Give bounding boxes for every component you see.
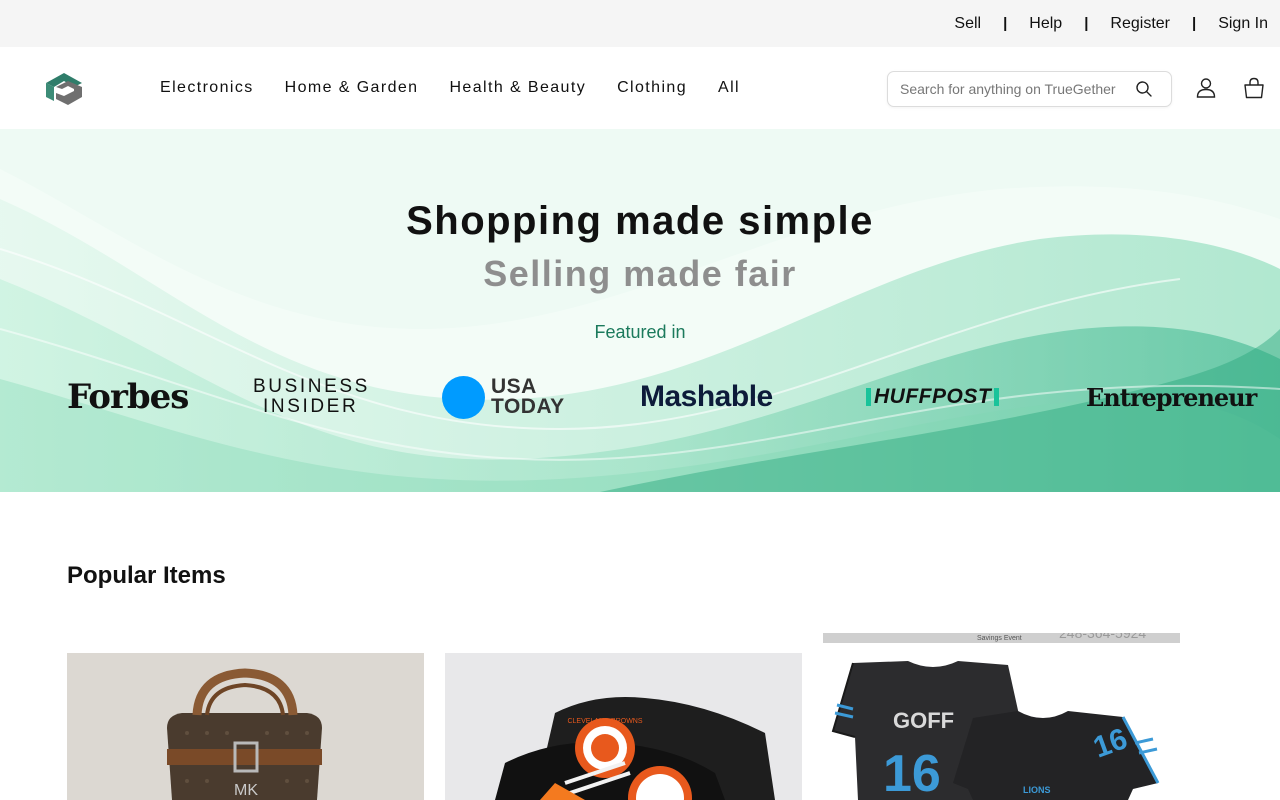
popular-item-sneakers[interactable]: CLEVELAND BROWNS bbox=[445, 653, 802, 800]
shopping-bag-icon[interactable] bbox=[1242, 76, 1266, 100]
separator: | bbox=[1191, 15, 1197, 32]
nav-all[interactable]: All bbox=[718, 79, 740, 97]
usa-today-line-1: USA bbox=[491, 375, 537, 398]
jerseys-strip-number: 248-364-5924 bbox=[1059, 633, 1146, 641]
jerseys-strip-text: Savings Event bbox=[977, 635, 1022, 642]
popular-item-handbag[interactable]: MK bbox=[67, 653, 424, 800]
usa-today-line-2: TODAY bbox=[491, 395, 565, 418]
nav-home-garden[interactable]: Home & Garden bbox=[285, 79, 419, 97]
huffpost-bar-left bbox=[866, 388, 871, 406]
usa-today-circle-icon bbox=[442, 375, 485, 419]
featured-in-label: Featured in bbox=[594, 322, 686, 342]
huffpost-wordmark: HUFFPOST bbox=[874, 385, 992, 408]
huffpost-bar-right bbox=[994, 388, 1000, 406]
lions-badge-label: LIONS bbox=[1023, 785, 1051, 795]
separator: | bbox=[1003, 15, 1008, 32]
top-utility-bar: Sell | Help | Register | Sign In bbox=[0, 0, 1280, 47]
jerseys-image: Savings Event 248-364-5924 GOFF 16 16 LI… bbox=[823, 633, 1180, 800]
search-input[interactable] bbox=[900, 72, 1136, 106]
jersey-number-label: 16 bbox=[883, 745, 941, 800]
usa-today-logo: USA TODAY bbox=[442, 372, 565, 422]
business-insider-line-1: BUSINESS bbox=[253, 376, 370, 397]
huffpost-logo: HUFFPOST bbox=[866, 372, 1000, 422]
search-box bbox=[887, 71, 1172, 107]
handbag-label: MK bbox=[234, 782, 258, 799]
sneakers-image: CLEVELAND BROWNS bbox=[445, 653, 802, 800]
popular-items-title: Popular Items bbox=[67, 562, 226, 589]
separator: | bbox=[1084, 15, 1089, 32]
jersey-name-label: GOFF bbox=[893, 708, 954, 733]
nav-health-beauty[interactable]: Health & Beauty bbox=[449, 79, 586, 97]
register-link[interactable]: Register bbox=[1110, 15, 1170, 33]
handbag-image: MK bbox=[67, 653, 424, 800]
hero-wave-background bbox=[0, 129, 1280, 492]
business-insider-line-2: INSIDER bbox=[263, 396, 359, 417]
account-links: Sell | Help | Register | Sign In bbox=[954, 0, 1268, 47]
forbes-logo: Forbes bbox=[67, 377, 189, 417]
business-insider-logo: BUSINESS INSIDER bbox=[253, 372, 370, 422]
hero-subtitle: Selling made fair bbox=[483, 253, 797, 294]
entrepreneur-logo: Entrepreneur bbox=[1086, 382, 1257, 412]
search-icon[interactable] bbox=[1135, 80, 1153, 98]
nav-electronics[interactable]: Electronics bbox=[160, 79, 254, 97]
popular-item-jerseys[interactable]: Savings Event 248-364-5924 GOFF 16 16 LI… bbox=[823, 633, 1180, 800]
hero-title: Shopping made simple bbox=[406, 199, 874, 243]
hero-banner: Shopping made simple Selling made fair F… bbox=[0, 129, 1280, 492]
user-icon[interactable] bbox=[1195, 77, 1217, 99]
main-header: Electronics Home & Garden Health & Beaut… bbox=[0, 47, 1280, 129]
help-link[interactable]: Help bbox=[1029, 15, 1062, 33]
category-nav: Electronics Home & Garden Health & Beaut… bbox=[160, 47, 771, 129]
nav-clothing[interactable]: Clothing bbox=[617, 79, 687, 97]
sneakers-label: CLEVELAND BROWNS bbox=[567, 718, 642, 725]
truegether-logo-icon[interactable] bbox=[44, 71, 84, 107]
sell-link[interactable]: Sell bbox=[954, 15, 981, 33]
mashable-logo: Mashable bbox=[640, 380, 773, 413]
sign-in-link[interactable]: Sign In bbox=[1218, 15, 1268, 33]
